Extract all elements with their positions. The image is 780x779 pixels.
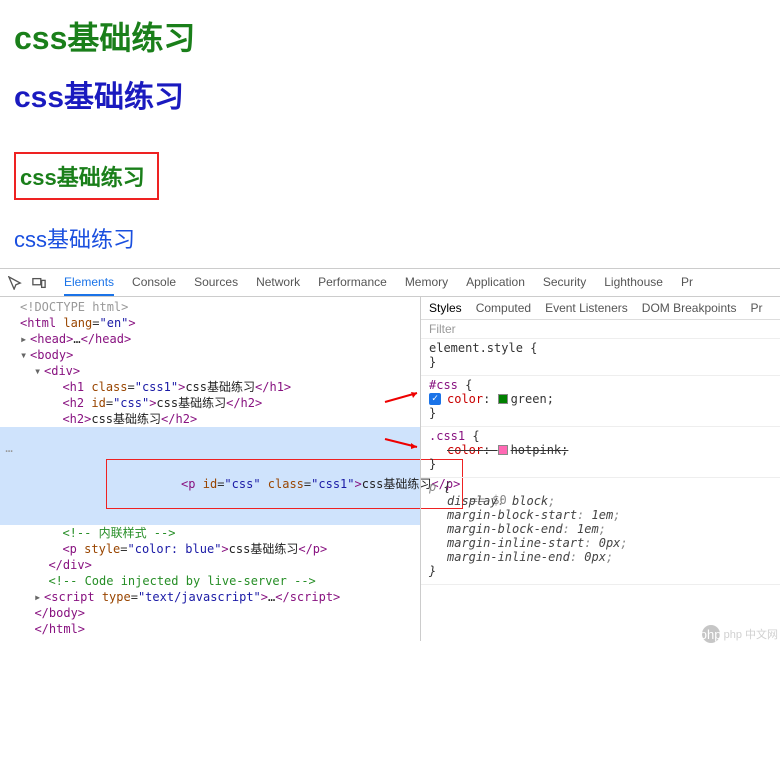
node-comment-liveserver[interactable]: <!-- Code injected by live-server --> <box>0 573 420 589</box>
color-swatch[interactable] <box>498 445 508 455</box>
subtab-event-listeners[interactable]: Event Listeners <box>545 301 628 315</box>
tab-more[interactable]: Pr <box>681 269 693 296</box>
tab-network[interactable]: Network <box>256 269 300 296</box>
styles-filter-input[interactable]: Filter <box>421 320 780 339</box>
node-p-selected[interactable]: ⋯ <p id="css" class="css1">css基础练习</p> =… <box>0 427 420 525</box>
page-h1: css基础练习 <box>14 13 780 59</box>
node-html-close[interactable]: </html> <box>0 621 420 637</box>
node-script[interactable]: ▸<script type="text/javascript">…</scrip… <box>0 589 420 605</box>
tab-performance[interactable]: Performance <box>318 269 387 296</box>
subtab-computed[interactable]: Computed <box>476 301 531 315</box>
rule-id-css[interactable]: #css { color: green; } <box>421 376 780 427</box>
device-toggle-icon[interactable] <box>30 274 48 292</box>
prop-toggle-checkbox[interactable] <box>429 393 441 405</box>
node-body-open[interactable]: ▾<body> <box>0 347 420 363</box>
tab-sources[interactable]: Sources <box>194 269 238 296</box>
subtab-dom-breakpoints[interactable]: DOM Breakpoints <box>642 301 737 315</box>
node-head[interactable]: ▸<head>…</head> <box>0 331 420 347</box>
devtools-tabs: Elements Console Sources Network Perform… <box>64 269 693 296</box>
tab-memory[interactable]: Memory <box>405 269 448 296</box>
annotation-arrow-icon <box>383 437 423 451</box>
selected-row-menu-icon[interactable]: ⋯ <box>0 443 18 459</box>
color-swatch[interactable] <box>498 394 508 404</box>
styles-panel: Styles Computed Event Listeners DOM Brea… <box>420 297 780 641</box>
tab-security[interactable]: Security <box>543 269 586 296</box>
node-body-close[interactable]: </body> <box>0 605 420 621</box>
rule-element-style[interactable]: element.style { } <box>421 339 780 376</box>
node-h2-id[interactable]: <h2 id="css">css基础练习</h2> <box>0 395 420 411</box>
node-p-style[interactable]: <p style="color: blue">css基础练习</p> <box>0 541 420 557</box>
node-comment-inline[interactable]: <!-- 内联样式 --> <box>0 525 420 541</box>
tab-console[interactable]: Console <box>132 269 176 296</box>
rule-class-css1[interactable]: .css1 { color: hotpink; } <box>421 427 780 478</box>
tab-elements[interactable]: Elements <box>64 269 114 296</box>
node-html-open[interactable]: <html lang="en"> <box>0 315 420 331</box>
devtools-toolbar: Elements Console Sources Network Perform… <box>0 269 780 297</box>
watermark-text: php 中文网 <box>724 626 778 642</box>
tab-lighthouse[interactable]: Lighthouse <box>604 269 663 296</box>
watermark-logo-icon: php <box>702 625 720 643</box>
rule-user-agent-p[interactable]: p { display: block; margin-block-start: … <box>421 478 780 585</box>
page-h2: css基础练习 <box>14 72 780 116</box>
node-div-open[interactable]: ▾<div> <box>0 363 420 379</box>
node-doctype[interactable]: <!DOCTYPE html> <box>20 300 128 314</box>
watermark: php php 中文网 <box>702 625 778 643</box>
subtab-more[interactable]: Pr <box>750 301 762 315</box>
devtools: Elements Console Sources Network Perform… <box>0 268 780 641</box>
styles-subtabs: Styles Computed Event Listeners DOM Brea… <box>421 297 780 320</box>
subtab-styles[interactable]: Styles <box>429 301 462 315</box>
annotation-arrow-icon <box>383 390 423 404</box>
elements-panel[interactable]: <!DOCTYPE html> <html lang="en"> ▸<head>… <box>0 297 420 641</box>
node-h1[interactable]: <h1 class="css1">css基础练习</h1> <box>0 379 420 395</box>
node-div-close[interactable]: </div> <box>0 557 420 573</box>
tab-application[interactable]: Application <box>466 269 525 296</box>
page-p: css基础练习 <box>14 222 780 254</box>
devtools-panels: <!DOCTYPE html> <html lang="en"> ▸<head>… <box>0 297 780 641</box>
rendered-page: css基础练习 css基础练习 css基础练习 css基础练习 <box>0 13 780 269</box>
page-h3-selected: css基础练习 <box>14 152 159 200</box>
inspect-icon[interactable] <box>6 274 24 292</box>
node-h2-plain[interactable]: <h2>css基础练习</h2> <box>0 411 420 427</box>
